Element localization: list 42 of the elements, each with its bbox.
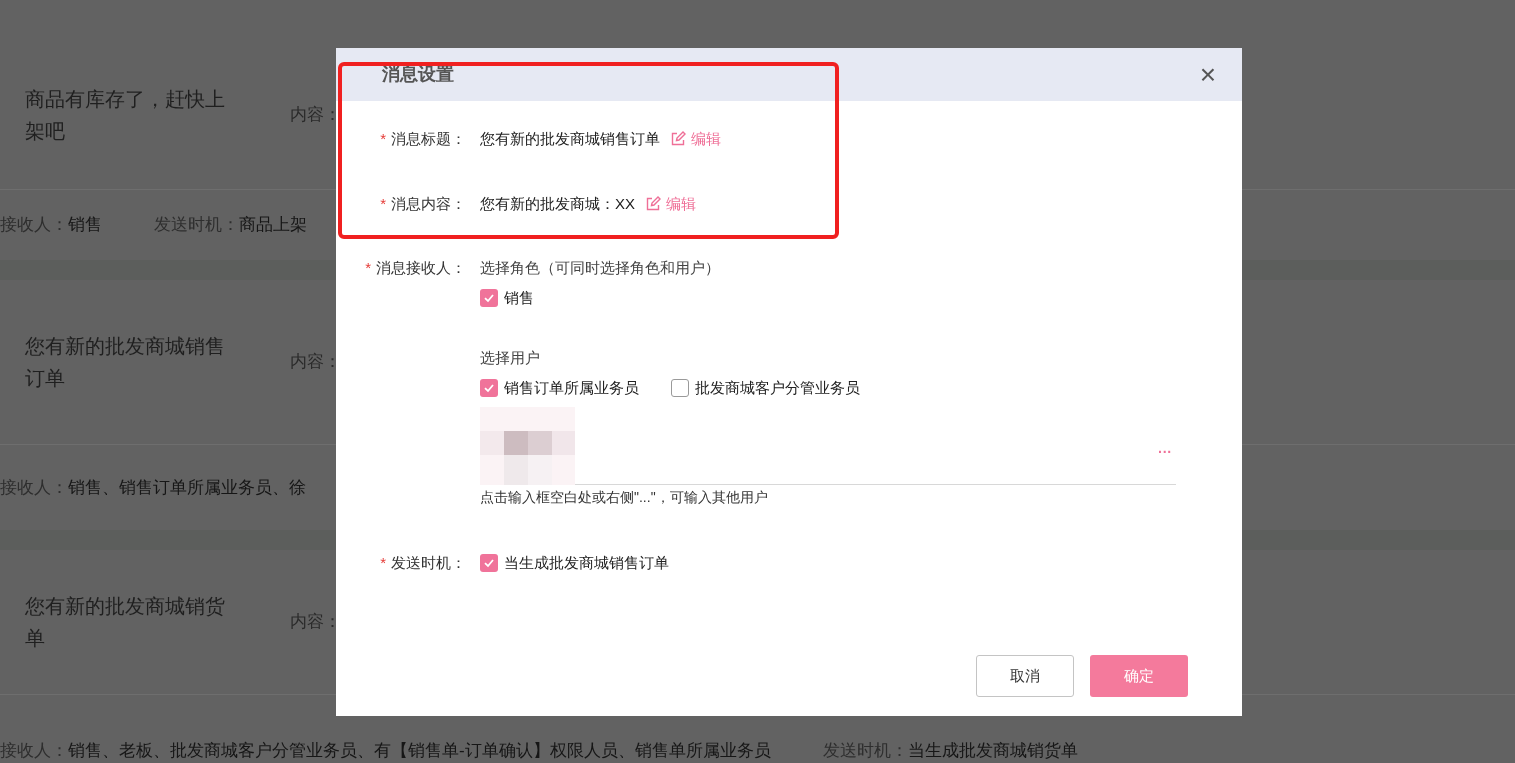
edit-icon [670,131,686,148]
receiver-value: 销售、老板、批发商城客户分管业务员、有【销售单-订单确认】权限人员、销售单所属业务员 [68,739,771,762]
edit-icon [645,195,661,212]
edit-link[interactable]: 编辑 [670,128,721,151]
close-button[interactable]: × [1199,60,1216,89]
content-label: 内容： [290,103,341,126]
timing-value: 商品上架 [239,214,307,237]
row-title: 您有新的批发商城销售订单 [25,334,226,391]
receiver-value: 销售、销售订单所属业务员、徐 [68,476,306,499]
field-value: 您有新的批发商城：XX [480,193,635,214]
field-label: 消息标题： [391,129,466,149]
receiver-value: 销售 [68,214,102,237]
required-mark: * [380,553,386,573]
checkbox-label: 批发商城客户分管业务员 [695,377,860,398]
field-value: 您有新的批发商城销售订单 [480,129,660,149]
row-title: 您有新的批发商城销货单 [25,594,226,651]
timing-value: 当生成批发商城销货单 [907,739,1078,762]
checkbox[interactable] [480,554,498,573]
checkmark-icon [483,557,495,570]
hint-text: 点击输入框空白处或右侧"..."，可输入其他用户 [480,488,769,507]
user-input-field[interactable]: ··· [575,445,1176,485]
required-mark: * [365,258,371,278]
field-label: 发送时机： [391,553,466,573]
checkbox-label: 销售订单所属业务员 [504,377,639,398]
checkbox[interactable] [480,378,498,397]
section-heading: 选择角色（可同时选择角色和用户） [480,258,721,278]
field-label: 消息内容： [391,193,466,214]
row-title: 商品有库存了，赶快上架吧 [25,86,226,144]
confirm-button[interactable]: 确定 [1090,655,1188,697]
checkbox-label: 当生成批发商城销售订单 [504,553,669,573]
more-button[interactable]: ··· [1158,445,1172,459]
cancel-button[interactable]: 取消 [976,655,1074,697]
section-heading: 选择用户 [480,348,541,368]
field-label: 消息接收人： [376,258,466,278]
required-mark: * [380,193,386,214]
checkbox-label: 销售 [504,287,534,308]
content-label: 内容： [290,611,341,634]
edit-link[interactable]: 编辑 [645,192,696,215]
checkbox[interactable] [480,288,498,307]
content-label: 内容： [290,351,341,374]
checkbox[interactable] [671,378,689,397]
required-mark: * [380,129,386,149]
